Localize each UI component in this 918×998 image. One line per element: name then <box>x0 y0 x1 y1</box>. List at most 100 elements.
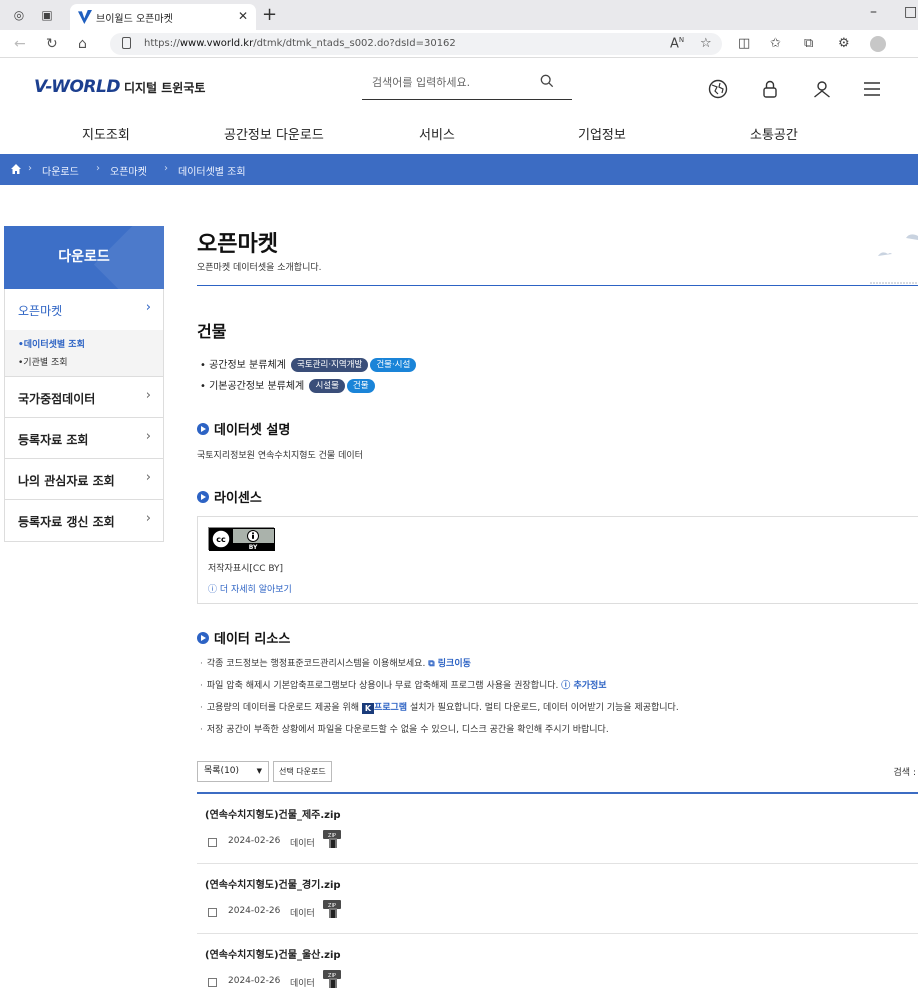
menu-icon[interactable] <box>862 79 882 99</box>
zip-download-icon[interactable]: ZIP <box>322 968 344 990</box>
sidebar-sub-dataset[interactable]: •데이터셋별 조회 <box>5 336 163 354</box>
sidebar-title-box: 다운로드 <box>4 226 164 289</box>
maximize-icon[interactable]: □ <box>904 4 917 20</box>
file-name[interactable]: (연속수치지형도)건물_경기.zip <box>205 876 341 891</box>
file-row: (연속수치지형도)건물_경기.zip 2024-02-26 데이터 ZIP <box>197 864 918 934</box>
classification-label: • 공간정보 분류체계 <box>200 360 286 371</box>
file-checkbox[interactable] <box>208 978 217 987</box>
sidebar-sub-agency[interactable]: •기관별 조회 <box>5 354 163 372</box>
refresh-icon[interactable]: ↻ <box>46 36 58 52</box>
tab-close-icon[interactable]: ✕ <box>238 9 248 23</box>
vworld-favicon-icon <box>78 10 92 24</box>
note-item: · 고용량의 데이터를 다운로드 제공을 위해 K 프로그램 설치가 필요합니다. … <box>200 703 679 714</box>
breadcrumb-item[interactable]: 다운로드 <box>42 163 79 178</box>
tab-actions-icon[interactable]: ▣ <box>40 8 54 22</box>
sidebar-item-interest[interactable]: 나의 관심자료 조회 › <box>5 459 163 500</box>
new-tab-icon[interactable]: + <box>262 4 277 25</box>
globe-icon[interactable] <box>708 79 728 99</box>
main-navigation: 지도조회 공간정보 다운로드 서비스 기업정보 소통공간 <box>0 116 918 154</box>
sidebar-menu: 오픈마켓 › •데이터셋별 조회 •기관별 조회 국가중점데이터 › 등록자료 … <box>4 289 164 542</box>
workspaces-icon[interactable]: ◎ <box>12 8 26 22</box>
site-logo[interactable]: V-WORLD 디지털 트윈국토 <box>34 77 205 97</box>
minimize-icon[interactable]: – <box>870 4 877 20</box>
extensions-icon[interactable]: ⚙ <box>838 36 850 51</box>
breadcrumb-item[interactable]: 오픈마켓 <box>110 163 147 178</box>
nav-community[interactable]: 소통공간 <box>750 124 798 143</box>
sidebar-item-update[interactable]: 등록자료 갱신 조회 › <box>5 500 163 541</box>
back-icon[interactable]: ← <box>14 36 26 52</box>
page-title: 오픈마켓 <box>197 232 278 257</box>
file-row: (연속수치지형도)건물_제주.zip 2024-02-26 데이터 ZIP <box>197 794 918 864</box>
more-info-link[interactable]: ⓘ 추가정보 <box>561 681 606 691</box>
nav-service[interactable]: 서비스 <box>419 124 455 143</box>
chevron-right-icon: › <box>145 300 151 315</box>
file-type: 데이터 <box>290 839 315 849</box>
program-link[interactable]: K 프로그램 <box>361 703 407 714</box>
file-date: 2024-02-26 <box>228 976 281 986</box>
favorites-icon[interactable]: ✩ <box>770 36 781 51</box>
file-type: 데이터 <box>290 979 315 989</box>
page-description: 오픈마켓 데이터셋을 소개합니다. <box>197 263 322 273</box>
list-search-label: 검색 : <box>893 768 916 778</box>
cloud-decoration-icon <box>870 234 918 284</box>
resource-notes: · 각종 코드정보는 행정표준코드관리시스템을 이용해보세요. ⧉ 링크이동 · 파… <box>200 657 679 745</box>
favorite-star-icon[interactable]: ☆ <box>700 36 712 51</box>
dropdown-arrow-icon: ▼ <box>256 767 262 775</box>
sidebar-item-label: 오픈마켓 <box>18 304 63 318</box>
file-name[interactable]: (연속수치지형도)건물_제주.zip <box>205 806 341 821</box>
nav-company[interactable]: 기업정보 <box>578 124 626 143</box>
url-bar[interactable]: https://www.vworld.kr/dtmk/dtmk_ntads_s0… <box>110 33 722 55</box>
external-link-icon: ⧉ <box>428 659 435 669</box>
license-name: 저작자표시[CC BY] <box>208 564 284 574</box>
logo-subtitle: 디지털 트윈국토 <box>123 81 206 95</box>
profile-avatar[interactable] <box>870 36 886 52</box>
code-link[interactable]: ⧉ 링크이동 <box>428 659 471 669</box>
zip-download-icon[interactable]: ZIP <box>322 898 344 920</box>
lock-login-icon[interactable] <box>760 79 780 99</box>
note-item: · 각종 코드정보는 행정표준코드관리시스템을 이용해보세요. ⧉ 링크이동 <box>200 659 471 669</box>
chevron-right-icon: › <box>145 511 151 526</box>
chevron-right-icon: › <box>145 470 151 485</box>
sidebar-item-registered[interactable]: 등록자료 조회 › <box>5 418 163 459</box>
site-header: V-WORLD 디지털 트윈국토 <box>0 58 918 116</box>
sidebar-item-label: 등록자료 조회 <box>18 433 89 447</box>
split-screen-icon[interactable]: ◫ <box>738 36 750 51</box>
file-name[interactable]: (연속수치지형도)건물_울산.zip <box>205 946 341 961</box>
sidebar-item-label: 국가중점데이터 <box>18 392 96 406</box>
nav-download[interactable]: 공간정보 다운로드 <box>224 124 324 143</box>
file-checkbox[interactable] <box>208 908 217 917</box>
search-icon[interactable] <box>540 74 554 88</box>
chevron-right-icon: › <box>145 388 151 403</box>
sidebar-item-national[interactable]: 국가중점데이터 › <box>5 377 163 418</box>
license-more-link[interactable]: ⓘ 더 자세히 알아보기 <box>208 582 292 595</box>
collections-icon[interactable]: ⧉ <box>804 36 813 51</box>
classification-tag[interactable]: 건물 <box>346 379 375 393</box>
page-size-select[interactable]: 목록(10) ▼ <box>197 761 269 782</box>
search-input[interactable] <box>372 76 537 89</box>
file-checkbox[interactable] <box>208 838 217 847</box>
lock-icon <box>122 37 131 49</box>
sidebar-item-label: 등록자료 갱신 조회 <box>18 515 115 529</box>
url-text[interactable]: https://www.vworld.kr/dtmk/dtmk_ntads_s0… <box>144 38 456 49</box>
classification-tag[interactable]: 시설물 <box>309 379 345 393</box>
sidebar-item-openmarket[interactable]: 오픈마켓 › <box>5 289 163 330</box>
home-icon[interactable]: ⌂ <box>78 36 87 52</box>
user-icon[interactable] <box>812 79 832 99</box>
title-divider <box>197 285 918 286</box>
classification-row: • 공간정보 분류체계 국토관리·지역개발 건물·시설 <box>200 356 417 372</box>
cc-by-icon: cc BY <box>209 528 275 551</box>
classification-tag[interactable]: 국토관리·지역개발 <box>291 358 369 372</box>
classification-tag[interactable]: 건물·시설 <box>370 358 417 372</box>
breadcrumb-separator: › <box>96 163 100 174</box>
home-icon[interactable] <box>10 163 22 175</box>
license-box: cc BY 저작자표시[CC BY] ⓘ 더 자세히 알아보기 <box>197 516 918 604</box>
site-search <box>362 74 572 100</box>
file-date: 2024-02-26 <box>228 906 281 916</box>
read-aloud-icon[interactable]: AN <box>670 36 684 51</box>
browser-tab[interactable]: 브이월드 오픈마켓 ✕ <box>70 4 256 30</box>
nav-map[interactable]: 지도조회 <box>82 124 130 143</box>
select-download-button[interactable]: 선택 다운로드 <box>273 761 332 782</box>
breadcrumb-item[interactable]: 데이터셋별 조회 <box>178 163 246 178</box>
zip-download-icon[interactable]: ZIP <box>322 828 344 850</box>
section-heading-resource: 데이터 리소스 <box>197 628 290 647</box>
